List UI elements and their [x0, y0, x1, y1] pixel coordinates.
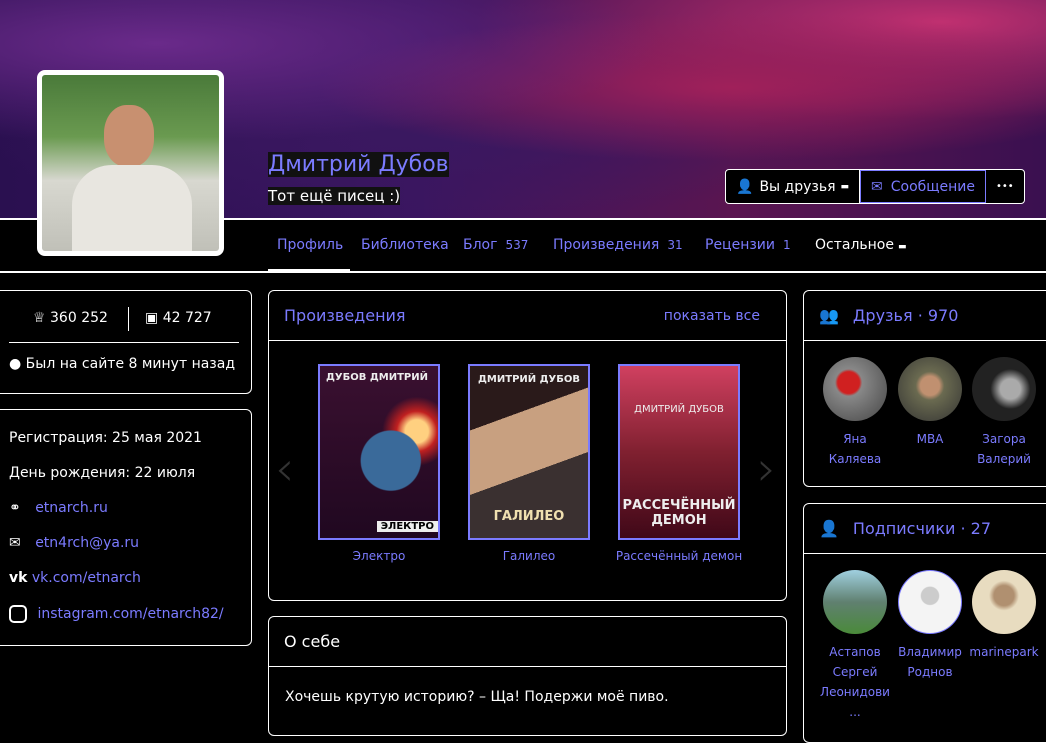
book-title[interactable]: Электро: [299, 549, 459, 563]
profile-name: Дмитрий Дубов: [268, 152, 449, 177]
friends-card: 👥 Друзья · 970 Яна Каляева MBA Загора Валер…: [803, 290, 1046, 487]
vk-row: vk vk.com/etnarch: [9, 570, 141, 586]
registration-date: Регистрация: 25 мая 2021: [9, 430, 202, 446]
subscriber-item[interactable]: marinepark: [964, 570, 1044, 662]
active-tab-indicator: [268, 269, 350, 273]
friend-item[interactable]: Яна Каляева: [815, 357, 895, 469]
email-link[interactable]: etn4rch@ya.ru: [35, 535, 139, 551]
instagram-row: instagram.com/etnarch82/: [9, 605, 224, 623]
online-dot-icon: ●: [9, 356, 22, 372]
subscriber-item[interactable]: Астапов Сергей Леонидови...: [815, 570, 895, 722]
tab-profile[interactable]: Профиль: [277, 237, 343, 253]
subscribers-card: 👤 Подписчики · 27 Астапов Сергей Леонидови.…: [803, 503, 1046, 743]
subscriber-item[interactable]: Владимир Роднов: [890, 570, 970, 682]
email-row: ✉ etn4rch@ya.ru: [9, 535, 139, 551]
envelope-icon: ✉: [871, 178, 883, 195]
website-row: ⚭ etnarch.ru: [9, 500, 108, 516]
crown-icon: ♕: [33, 310, 46, 326]
more-button[interactable]: •••: [986, 170, 1024, 203]
tab-library[interactable]: Библиотека: [361, 237, 449, 253]
profile-status: Тот ещё писец :): [268, 187, 401, 205]
friend-item[interactable]: MBA: [890, 357, 970, 449]
instagram-link[interactable]: instagram.com/etnarch82/: [37, 606, 223, 622]
subscribers-title[interactable]: Подписчики: [853, 519, 955, 538]
profile-avatar[interactable]: [37, 70, 224, 256]
subscriber-icon: 👤: [819, 519, 839, 538]
about-title: О себе: [269, 617, 786, 667]
tab-other[interactable]: Остальное ▬: [815, 237, 907, 253]
book-cover-electro[interactable]: ДУБОВ ДМИТРИЙ ЭЛЕКТРО: [318, 364, 440, 540]
friend-item[interactable]: Загора Валерий: [964, 357, 1044, 469]
rating-stat: ♕ 360 252: [33, 310, 108, 326]
vk-link[interactable]: vk.com/etnarch: [32, 570, 141, 586]
book-cover-galileo[interactable]: ДМИТРИЙ ДУБОВ ГАЛИЛЕО: [468, 364, 590, 540]
about-text: Хочешь крутую историю? – Ща! Подержи моё…: [285, 689, 669, 705]
online-status: ● Был на сайте 8 минут назад: [9, 356, 236, 372]
tab-blog[interactable]: Блог 537: [463, 237, 528, 253]
works-title[interactable]: Произведения: [284, 306, 406, 325]
link-icon: ⚭: [9, 500, 21, 516]
book-icon: ▣: [145, 310, 159, 326]
book-title[interactable]: Рассечённый демон: [599, 549, 759, 563]
dropdown-icon: ▬: [840, 181, 850, 192]
friends-icon: 👥: [819, 306, 839, 325]
info-card: Регистрация: 25 мая 2021 День рождения: …: [0, 409, 252, 646]
show-all-link[interactable]: показать все: [664, 308, 760, 324]
works-card: Произведения показать все ‹ › ДУБОВ ДМИТР…: [268, 290, 787, 601]
profile-actions: 👤 Вы друзья ▬ ✉ Сообщение •••: [725, 169, 1025, 204]
book-title[interactable]: Галилео: [449, 549, 609, 563]
vk-icon: vk: [9, 570, 28, 586]
website-link[interactable]: etnarch.ru: [35, 500, 108, 516]
about-card: О себе Хочешь крутую историю? – Ща! Поде…: [268, 616, 787, 736]
tab-reviews[interactable]: Рецензии 1: [705, 237, 791, 253]
message-button[interactable]: ✉ Сообщение: [860, 170, 986, 203]
carousel-prev-icon[interactable]: ‹: [275, 441, 294, 497]
readers-stat: ▣ 42 727: [145, 310, 212, 326]
birthday: День рождения: 22 июля: [9, 465, 196, 481]
envelope-icon: ✉: [9, 535, 21, 551]
stats-card: ♕ 360 252 ▣ 42 727 ● Был на сайте 8 мину…: [0, 290, 252, 394]
tab-works[interactable]: Произведения 31: [553, 237, 683, 253]
carousel-next-icon[interactable]: ›: [757, 441, 776, 497]
friends-title[interactable]: Друзья: [853, 306, 913, 325]
instagram-icon: [9, 605, 27, 623]
friends-button[interactable]: 👤 Вы друзья ▬: [726, 170, 861, 203]
friend-icon: 👤: [736, 178, 754, 195]
book-cover-demon[interactable]: ДМИТРИЙ ДУБОВ РАССЕЧЁННЫЙ ДЕМОН: [618, 364, 740, 540]
